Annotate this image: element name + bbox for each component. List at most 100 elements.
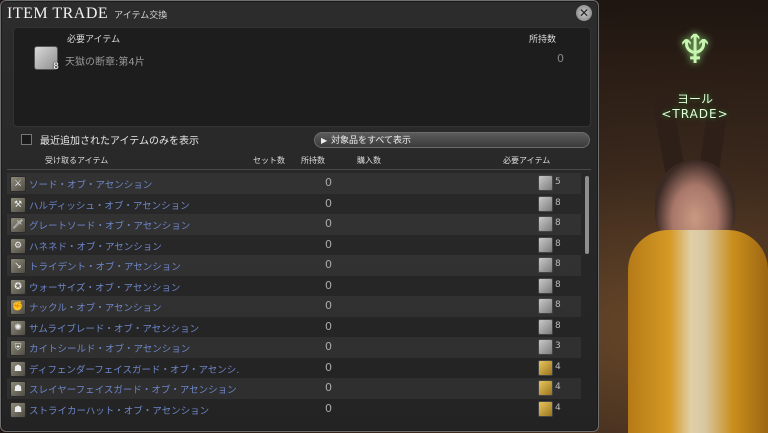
trade-row[interactable]: ⚔ ソード・オブ・アセンション 0 5: [7, 173, 581, 194]
show-all-button[interactable]: ▶ 対象品をすべて表示: [314, 132, 590, 148]
trade-row[interactable]: ⛨ カイトシールド・オブ・アセンション 0 3: [7, 337, 581, 358]
item-name[interactable]: ハネネド・オブ・アセンション: [29, 239, 162, 253]
required-token-count: 8: [555, 279, 561, 290]
required-token-count: 8: [555, 218, 561, 228]
npc-trade-label: <TRADE>: [661, 107, 729, 121]
required-token-icon[interactable]: [538, 318, 553, 335]
window-titlebar[interactable]: ITEM TRADE アイテム交換: [7, 5, 167, 25]
play-arrow-icon: ▶: [321, 136, 328, 145]
trade-row[interactable]: ✺ サムライブレード・オブ・アセンション 0 8: [7, 317, 581, 338]
npc-body: [628, 230, 768, 433]
required-token-icon[interactable]: [538, 339, 553, 355]
column-headers: 受け取るアイテム セット数 所持数 購入数 必要アイテム: [1, 155, 597, 169]
item-name[interactable]: ウォーサイズ・オブ・アセンション: [29, 280, 180, 294]
window-subtitle: アイテム交換: [114, 11, 168, 21]
trade-row[interactable]: ☗ ストライカーハット・オブ・アセンション 0 4: [7, 399, 581, 420]
trade-row[interactable]: ☗ スレイヤーフェイスガード・オブ・アセンション 0 4: [7, 378, 581, 399]
item-icon[interactable]: ⚔: [10, 176, 26, 192]
trade-item-list: ⚔ ソード・オブ・アセンション 0 5 ⚒ ハルディッシュ・オブ・アセンション 0 8 🗡 グレー…: [7, 173, 581, 419]
item-icon[interactable]: ☗: [10, 381, 26, 397]
item-icon[interactable]: ☗: [10, 360, 26, 377]
item-name[interactable]: ストライカーハット・オブ・アセンション: [29, 403, 209, 417]
close-icon[interactable]: ✕: [576, 5, 592, 21]
required-token-count: 8: [555, 238, 561, 249]
required-item-icon[interactable]: 8: [34, 46, 59, 72]
required-token-icon[interactable]: [538, 298, 553, 314]
trade-marker-icon: ♆: [677, 27, 713, 73]
item-name[interactable]: ディフェンダーフェイスガード・オブ・アセンシ…: [29, 362, 239, 376]
item-have-count: 0: [325, 196, 332, 210]
item-icon[interactable]: ↘: [10, 258, 26, 274]
required-token-icon[interactable]: [538, 195, 553, 212]
trade-row[interactable]: ⚒ ハルディッシュ・オブ・アセンション 0 8: [7, 194, 581, 215]
required-item-have: 0: [557, 52, 564, 65]
item-name[interactable]: トライデント・オブ・アセンション: [29, 259, 181, 273]
required-token-icon[interactable]: [538, 359, 553, 376]
item-have-count: 0: [325, 360, 332, 374]
item-name[interactable]: グレートソード・オブ・アセンション: [29, 218, 190, 232]
required-token-count: 4: [555, 402, 561, 413]
trade-row[interactable]: 🗡 グレートソード・オブ・アセンション 0 8: [7, 214, 581, 235]
item-icon[interactable]: ⚙: [10, 237, 26, 254]
required-token-icon[interactable]: [538, 236, 553, 253]
required-token-count: 8: [555, 197, 561, 208]
item-name[interactable]: ナックル・オブ・アセンション: [29, 300, 162, 314]
npc-name: ヨール: [676, 92, 713, 106]
item-name[interactable]: カイトシールド・オブ・アセンション: [29, 341, 190, 355]
item-icon[interactable]: ⛨: [10, 340, 26, 356]
required-token-icon[interactable]: [538, 400, 553, 417]
item-icon[interactable]: ✪: [10, 278, 26, 295]
required-token-icon[interactable]: [538, 216, 553, 232]
item-have-count: 0: [325, 237, 332, 251]
recent-only-checkbox[interactable]: [21, 134, 32, 145]
trade-row[interactable]: ☗ ディフェンダーフェイスガード・オブ・アセンシ… 0 4: [7, 358, 581, 379]
item-have-count: 0: [325, 176, 332, 189]
item-have-count: 0: [325, 278, 332, 292]
col-required: 必要アイテム: [503, 156, 551, 165]
item-name[interactable]: サムライブレード・オブ・アセンション: [29, 321, 199, 335]
col-sets: セット数: [253, 156, 285, 165]
item-name[interactable]: ハルディッシュ・オブ・アセンション: [29, 198, 190, 212]
trade-row[interactable]: ⚙ ハネネド・オブ・アセンション 0 8: [7, 235, 581, 256]
item-icon[interactable]: ☗: [10, 401, 26, 418]
col-receive: 受け取るアイテム: [45, 156, 109, 165]
item-have-count: 0: [325, 401, 332, 415]
show-all-label: 対象品をすべて表示: [331, 136, 412, 146]
item-trade-window: ITEM TRADE アイテム交換 ✕ 必要アイテム 所持数 8 天獄の断章:第…: [0, 0, 599, 432]
required-item-header: 必要アイテム: [67, 35, 121, 45]
list-scrollbar[interactable]: [585, 176, 589, 254]
required-token-count: 4: [555, 382, 561, 392]
trade-row[interactable]: ✊ ナックル・オブ・アセンション 0 8: [7, 296, 581, 317]
item-have-count: 0: [325, 340, 332, 353]
required-token-count: 8: [555, 259, 561, 269]
trade-row[interactable]: ✪ ウォーサイズ・オブ・アセンション 0 8: [7, 276, 581, 297]
have-count-header: 所持数: [528, 35, 556, 45]
col-have: 所持数: [301, 156, 325, 165]
npc-nameplate[interactable]: ♆ ヨール <TRADE>: [640, 30, 750, 121]
window-title: ITEM TRADE: [7, 5, 109, 22]
item-have-count: 0: [325, 217, 332, 230]
trade-row[interactable]: ↘ トライデント・オブ・アセンション 0 8: [7, 255, 581, 276]
item-have-count: 0: [325, 299, 332, 312]
item-icon[interactable]: ⚒: [10, 196, 26, 213]
item-icon[interactable]: ✺: [10, 319, 26, 336]
required-item-icon-count: 8: [53, 62, 59, 72]
required-token-icon[interactable]: [538, 257, 553, 273]
item-have-count: 0: [325, 319, 332, 333]
header-divider: [7, 169, 591, 170]
required-token-icon[interactable]: [538, 277, 553, 294]
item-name[interactable]: ソード・オブ・アセンション: [29, 177, 152, 191]
required-token-count: 4: [555, 361, 561, 372]
required-item-name: 天獄の断章:第4片: [65, 57, 145, 68]
recent-filter[interactable]: 最近追加されたアイテムのみを表示: [21, 132, 199, 147]
required-token-icon[interactable]: [538, 380, 553, 396]
col-purchase: 購入数: [357, 156, 381, 165]
item-have-count: 0: [325, 381, 332, 394]
required-token-count: 3: [555, 341, 561, 351]
item-icon[interactable]: 🗡: [10, 217, 26, 233]
required-item-panel: 必要アイテム 所持数 8 天獄の断章:第4片 0: [13, 27, 591, 127]
required-token-count: 5: [555, 177, 561, 187]
item-name[interactable]: スレイヤーフェイスガード・オブ・アセンション: [29, 382, 237, 396]
item-icon[interactable]: ✊: [10, 299, 26, 315]
required-token-icon[interactable]: [538, 175, 553, 191]
